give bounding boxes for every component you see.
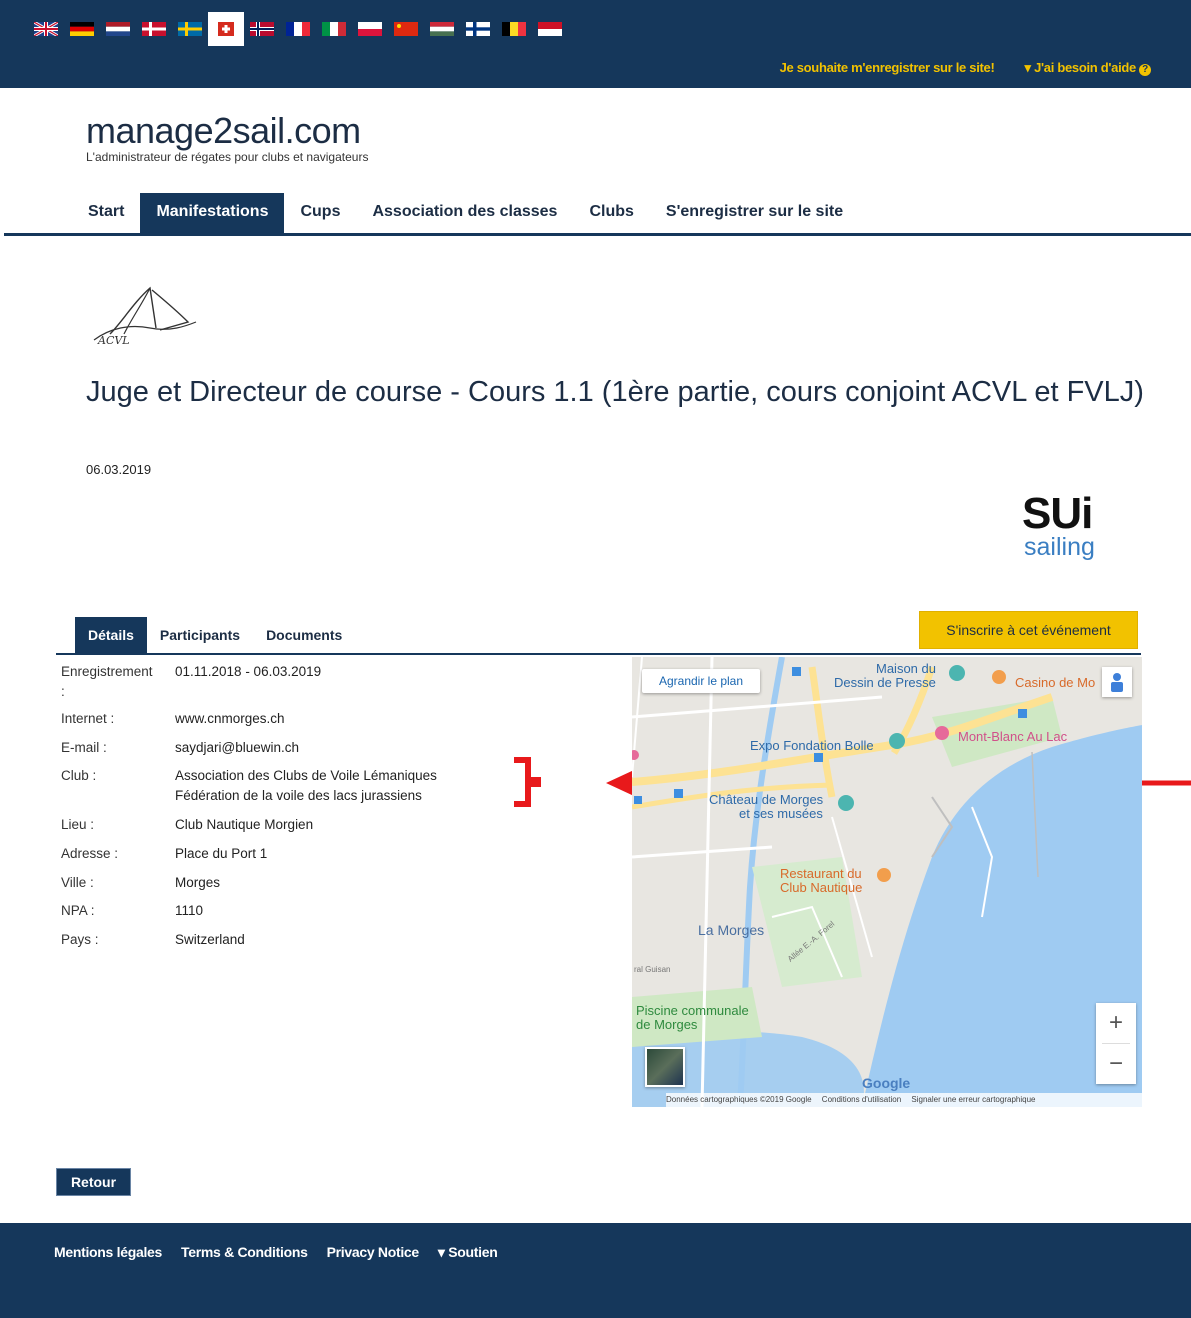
question-icon: ? <box>1139 64 1151 76</box>
flag-uk-icon[interactable] <box>28 12 64 46</box>
page-footer: Mentions légales Terms & Conditions Priv… <box>0 1223 1191 1318</box>
detail-value-adresse: Place du Port 1 <box>175 846 268 861</box>
help-link[interactable]: ▾ J'ai besoin d'aide? <box>1025 60 1151 76</box>
event-date: 06.03.2019 <box>86 462 152 477</box>
sui-sailing-logo: SUi sailing <box>1022 489 1095 561</box>
google-logo: Google <box>862 1075 911 1091</box>
map-label-casino: Casino de Mo <box>1015 675 1096 690</box>
nav-divider <box>4 233 1191 236</box>
detail-label-ville: Ville : <box>61 875 94 890</box>
nav-item-manifestations[interactable]: Manifestations <box>140 193 285 233</box>
flag-nl-icon[interactable] <box>100 12 136 46</box>
flag-fi-icon[interactable] <box>460 12 496 46</box>
event-title: Juge et Directeur de course - Cours 1.1 … <box>86 376 1144 408</box>
nav-item-cups[interactable]: Cups <box>284 193 356 233</box>
detail-value-npa: 1110 <box>175 903 204 918</box>
site-title[interactable]: manage2sail.com <box>86 110 361 152</box>
flag-id-icon[interactable] <box>532 12 568 46</box>
location-map[interactable]: Maison du Dessin de Presse Casino de Mo … <box>632 657 1142 1107</box>
flag-it-icon[interactable] <box>316 12 352 46</box>
main-nav: Start Manifestations Cups Association de… <box>72 193 859 233</box>
detail-label-npa: NPA : <box>61 903 95 918</box>
detail-value-enregistrement: 01.11.2018 - 06.03.2019 <box>175 664 322 679</box>
detail-label-internet: Internet : <box>61 711 115 726</box>
top-bar: Je souhaite m'enregistrer sur le site! ▾… <box>0 0 1191 88</box>
flag-de-icon[interactable] <box>64 12 100 46</box>
map-zoom-control: + − <box>1096 1003 1136 1084</box>
map-label-guisan: ral Guisan <box>634 965 671 974</box>
flag-cn-icon[interactable] <box>388 12 424 46</box>
map-label-chateau: Château de Morges <box>709 792 824 807</box>
detail-value-ville: Morges <box>175 875 221 890</box>
detail-value-lieu: Club Nautique Morgien <box>175 817 314 832</box>
detail-label: Enregistrement: <box>61 662 166 702</box>
sui-logo-sub: sailing <box>1024 533 1095 561</box>
tabs-divider <box>56 653 1141 655</box>
nav-item-association-des-classes[interactable]: Association des classes <box>356 193 573 233</box>
map-terms-link[interactable]: Conditions d'utilisation <box>822 1095 901 1104</box>
flag-pl-icon[interactable] <box>352 12 388 46</box>
zoom-out-button[interactable]: − <box>1096 1044 1136 1084</box>
tab-details[interactable]: Détails <box>75 617 147 653</box>
detail-label-email: E-mail : <box>61 740 107 755</box>
map-label-restaurant: Restaurant du <box>780 866 862 881</box>
flag-ch-icon[interactable] <box>208 12 244 46</box>
acvl-logo: ACVL <box>90 284 200 351</box>
map-label-chateau-musees: et ses musées <box>739 806 823 821</box>
map-label-piscine-morges: de Morges <box>636 1017 698 1032</box>
tab-participants[interactable]: Participants <box>147 617 253 653</box>
nav-item-clubs[interactable]: Clubs <box>573 193 649 233</box>
map-report-link[interactable]: Signaler une erreur cartographique <box>911 1095 1035 1104</box>
detail-label-enregistrement: Enregistrement <box>61 664 153 679</box>
footer-link-privacy[interactable]: Privacy Notice <box>327 1244 420 1261</box>
footer-link-soutien[interactable]: ▾ Soutien <box>438 1244 498 1261</box>
map-label-club-nautique: Club Nautique <box>780 880 863 895</box>
back-button[interactable]: Retour <box>56 1168 131 1196</box>
satellite-toggle[interactable] <box>645 1047 685 1087</box>
register-site-link[interactable]: Je souhaite m'enregistrer sur le site! <box>780 60 995 76</box>
map-footer: Données cartographiques ©2019 Google Con… <box>666 1093 1142 1107</box>
site-subtitle: L'administrateur de régates pour clubs e… <box>86 150 369 164</box>
nav-item-start[interactable]: Start <box>72 193 140 233</box>
nav-item-register[interactable]: S'enregistrer sur le site <box>650 193 859 233</box>
club-link-fvlj[interactable]: Fédération de la voile des lacs jurassie… <box>175 786 422 806</box>
detail-label-adresse: Adresse : <box>61 846 119 861</box>
flag-fr-icon[interactable] <box>280 12 316 46</box>
detail-label-colon: : <box>61 684 65 699</box>
detail-value-pays: Switzerland <box>175 932 245 947</box>
map-data-credit: Données cartographiques ©2019 Google <box>666 1095 812 1104</box>
detail-label-pays: Pays : <box>61 932 99 947</box>
flag-no-icon[interactable] <box>244 12 280 46</box>
footer-link-mentions[interactable]: Mentions légales <box>54 1244 162 1261</box>
event-tabs: Détails Participants Documents <box>75 617 355 653</box>
map-label-mont-blanc: Mont-Blanc Au Lac <box>958 729 1068 744</box>
map-label-maison: Maison du <box>876 661 936 676</box>
register-event-button[interactable]: S'inscrire à cet événement <box>919 611 1138 649</box>
internet-link[interactable]: www.cnmorges.ch <box>175 709 285 729</box>
flag-hu-icon[interactable] <box>424 12 460 46</box>
email-link[interactable]: saydjari@bluewin.ch <box>175 738 299 758</box>
tab-documents[interactable]: Documents <box>253 617 355 653</box>
flag-dk-icon[interactable] <box>136 12 172 46</box>
map-label-dessin: Dessin de Presse <box>834 675 936 690</box>
sui-logo-main: SUi <box>1022 489 1093 538</box>
footer-link-terms[interactable]: Terms & Conditions <box>181 1244 308 1261</box>
footer-link-soutien-label: Soutien <box>448 1244 498 1260</box>
flag-be-icon[interactable] <box>496 12 532 46</box>
zoom-in-button[interactable]: + <box>1096 1003 1136 1043</box>
flag-se-icon[interactable] <box>172 12 208 46</box>
detail-label-lieu: Lieu : <box>61 817 95 832</box>
street-view-pegman-icon[interactable] <box>1102 667 1132 697</box>
detail-label-club: Club : <box>61 768 97 783</box>
help-link-label: J'ai besoin d'aide <box>1034 60 1136 75</box>
map-label-la-morges: La Morges <box>698 922 765 938</box>
enlarge-map-button[interactable]: Agrandir le plan <box>642 669 760 693</box>
map-label-expo: Expo Fondation Bolle <box>750 738 874 753</box>
club-link-acvl[interactable]: Association des Clubs de Voile Lémanique… <box>175 766 437 786</box>
map-label-piscine: Piscine communale <box>636 1003 749 1018</box>
acvl-logo-text: ACVL <box>97 334 130 346</box>
language-flags <box>28 12 568 46</box>
